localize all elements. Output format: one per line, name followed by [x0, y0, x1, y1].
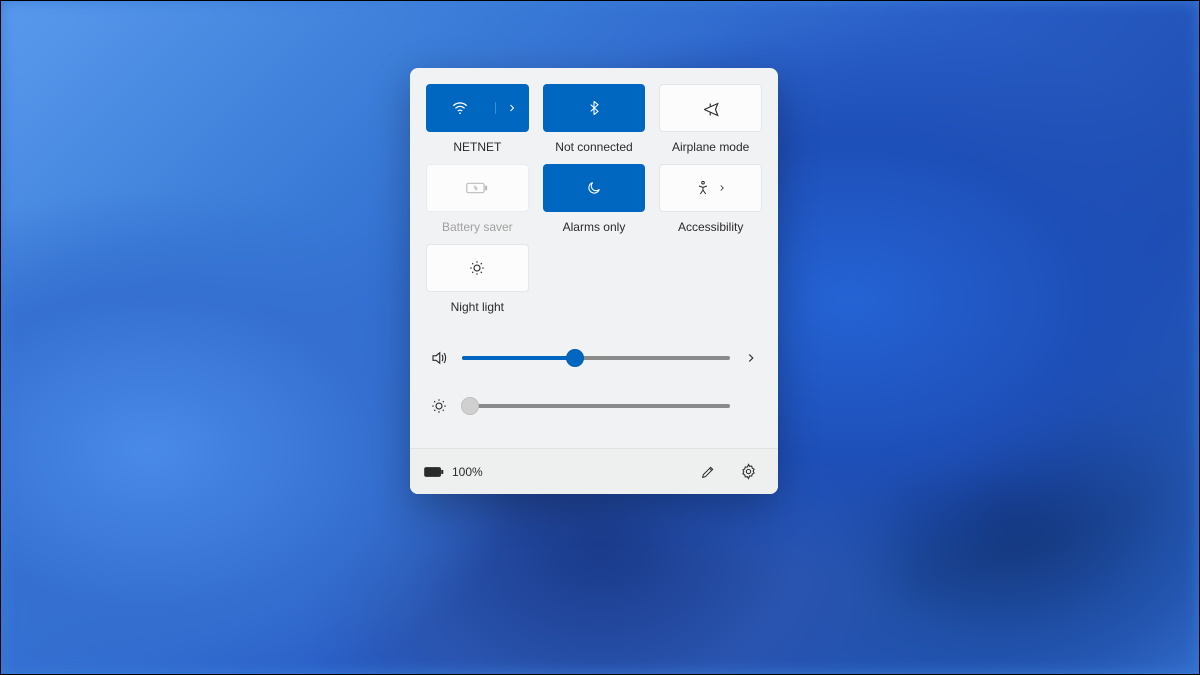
bluetooth-tile[interactable] [543, 84, 646, 132]
brightness-row [430, 382, 758, 430]
wifi-expand-button[interactable] [495, 102, 529, 114]
airplane-label: Airplane mode [672, 140, 749, 154]
chevron-right-icon [744, 351, 758, 365]
volume-thumb[interactable] [566, 349, 584, 367]
speaker-icon [430, 349, 448, 367]
pencil-icon [700, 464, 716, 480]
gear-icon [740, 463, 757, 480]
night-light-label: Night light [451, 300, 504, 314]
battery-saver-icon [466, 181, 488, 195]
airplane-icon [702, 99, 720, 117]
sliders-section [410, 324, 778, 448]
wifi-icon [451, 99, 469, 117]
night-light-tile[interactable] [426, 244, 529, 292]
brightness-icon [430, 397, 448, 415]
brightness-slider[interactable] [462, 404, 730, 408]
quick-settings-panel: NETNET Not connected Airplane mode [410, 68, 778, 494]
settings-button[interactable] [732, 456, 764, 488]
brightness-thumb[interactable] [461, 397, 479, 415]
accessibility-label: Accessibility [678, 220, 743, 234]
volume-slider[interactable] [462, 356, 730, 360]
focus-assist-label: Alarms only [563, 220, 626, 234]
bluetooth-icon [586, 98, 602, 118]
moon-icon [586, 180, 602, 196]
bluetooth-label: Not connected [555, 140, 632, 154]
battery-icon [424, 466, 444, 478]
battery-percent-text: 100% [452, 465, 483, 479]
airplane-tile[interactable] [659, 84, 762, 132]
accessibility-tile[interactable] [659, 164, 762, 212]
quick-tiles-grid: NETNET Not connected Airplane mode [410, 68, 778, 324]
volume-output-button[interactable] [744, 351, 758, 365]
wifi-tile[interactable] [426, 84, 529, 132]
accessibility-icon [695, 179, 711, 197]
focus-assist-tile[interactable] [543, 164, 646, 212]
night-light-icon [468, 259, 486, 277]
wifi-toggle[interactable] [426, 99, 495, 117]
wifi-label: NETNET [453, 140, 501, 154]
chevron-right-icon [506, 102, 518, 114]
accessibility-expand[interactable] [717, 183, 727, 193]
panel-footer: 100% [410, 448, 778, 494]
battery-saver-tile [426, 164, 529, 212]
edit-button[interactable] [692, 456, 724, 488]
volume-row [430, 334, 758, 382]
chevron-right-icon [717, 183, 727, 193]
battery-saver-label: Battery saver [442, 220, 513, 234]
